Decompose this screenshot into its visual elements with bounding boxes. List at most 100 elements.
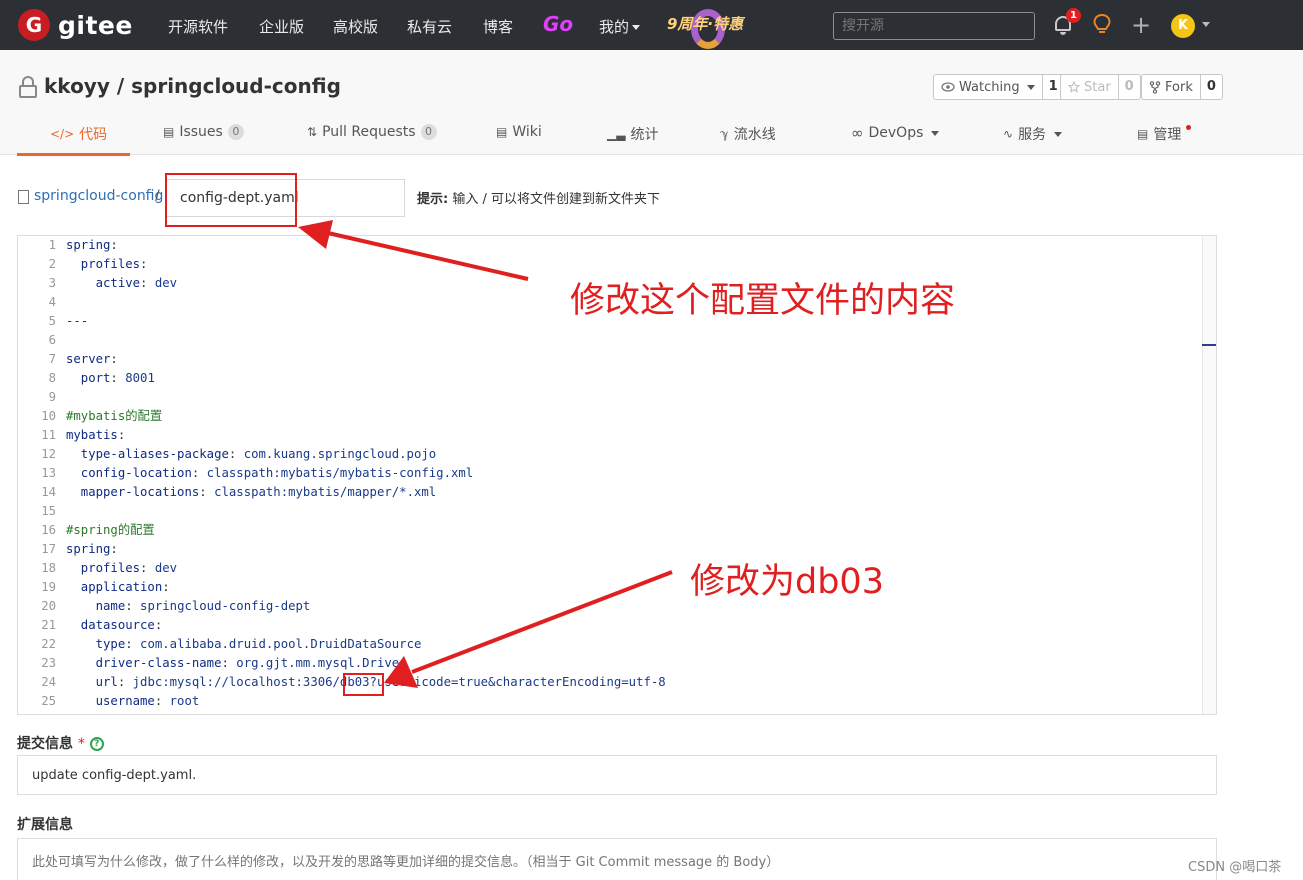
tab-manage[interactable]: ▤ 管理	[1137, 124, 1192, 144]
code-line[interactable]: 9	[18, 388, 56, 407]
help-icon[interactable]: ?	[89, 737, 104, 751]
code-token: com.alibaba.druid.pool.DruidDataSource	[140, 637, 422, 651]
code-line[interactable]: 5 ---	[18, 312, 89, 331]
tab-devops[interactable]: ∞ DevOps	[851, 124, 940, 142]
nav-link-go[interactable]: Go	[543, 12, 573, 36]
editor-scrollbar[interactable]	[1202, 236, 1216, 714]
avatar-chevron-down-icon[interactable]	[1202, 22, 1210, 27]
fork-count[interactable]: 0	[1201, 75, 1222, 99]
code-token: mapper-locations	[66, 485, 200, 499]
code-token: profiles	[66, 257, 141, 271]
code-line[interactable]: 16 #spring的配置	[18, 521, 155, 540]
gitee-logo[interactable]: G gitee	[18, 9, 133, 41]
code-line[interactable]: 11 mybatis:	[18, 426, 125, 445]
code-token: :	[154, 694, 170, 708]
nav-link-private-cloud[interactable]: 私有云	[407, 16, 452, 37]
line-number: 22	[41, 637, 56, 651]
code-line[interactable]: 3 active: dev	[18, 274, 177, 293]
fork-button[interactable]: Fork 0	[1141, 74, 1223, 100]
code-line[interactable]: 22 type: com.alibaba.druid.pool.DruidDat…	[18, 635, 421, 654]
code-token: driver-class-name	[66, 656, 222, 670]
code-line[interactable]: 10 #mybatis的配置	[18, 407, 162, 426]
code-token: active	[66, 276, 141, 290]
path-hint: 提示: 输入 / 可以将文件创建到新文件夹下	[417, 188, 660, 207]
code-line[interactable]: 14 mapper-locations: classpath:mybatis/m…	[18, 483, 436, 502]
tab-pull-requests[interactable]: ⇅ Pull Requests 0	[307, 124, 437, 140]
code-line[interactable]: 12 type-aliases-package: com.kuang.sprin…	[18, 445, 436, 464]
fork-button-main[interactable]: Fork	[1142, 75, 1201, 99]
code-token: type	[66, 637, 126, 651]
watching-button-main[interactable]: Watching	[934, 75, 1043, 99]
code-line[interactable]: 6	[18, 331, 56, 350]
line-number: 21	[41, 618, 56, 632]
repo-title[interactable]: kkoyy / springcloud-config	[44, 74, 341, 98]
code-line[interactable]: 17 spring:	[18, 540, 118, 559]
code-token: datasource	[66, 618, 155, 632]
promo-text: 9周年·特惠	[667, 15, 744, 33]
tab-stats[interactable]: ▁▃ 统计	[607, 124, 658, 144]
code-line[interactable]: 2 profiles:	[18, 255, 148, 274]
code-line[interactable]: 18 profiles: dev	[18, 559, 177, 578]
star-button[interactable]: Star 0	[1060, 74, 1141, 100]
star-button-main[interactable]: Star	[1061, 75, 1119, 99]
code-line[interactable]: 13 config-location: classpath:mybatis/my…	[18, 464, 473, 483]
code-line[interactable]: 21 datasource:	[18, 616, 162, 635]
star-count[interactable]: 0	[1119, 75, 1140, 99]
gitee-logo-text: gitee	[58, 10, 133, 40]
nav-link-education[interactable]: 高校版	[333, 16, 378, 37]
file-icon	[18, 190, 29, 204]
extension-info-textarea[interactable]	[17, 838, 1217, 880]
nav-link-open-source[interactable]: 开源软件	[168, 16, 228, 37]
breadcrumb-repo-link[interactable]: springcloud-config	[34, 188, 163, 204]
line-number: 16	[41, 523, 56, 537]
code-token: ---	[66, 314, 89, 328]
line-number: 3	[48, 276, 56, 290]
tab-pipeline[interactable]: ℽ 流水线	[720, 124, 776, 144]
plus-icon[interactable]: +	[1131, 13, 1151, 37]
code-line[interactable]: 24 url: jdbc:mysql://localhost:3306/db03…	[18, 673, 666, 692]
line-number: 13	[41, 466, 56, 480]
code-line[interactable]: 8 port: 8001	[18, 369, 155, 388]
code-token: 8001	[125, 371, 155, 385]
code-line[interactable]: 20 name: springcloud-config-dept	[18, 597, 310, 616]
bulb-icon[interactable]	[1093, 14, 1111, 36]
code-line[interactable]: 7 server:	[18, 350, 118, 369]
code-line[interactable]: 4	[18, 293, 56, 312]
code-token: org.gjt.mm.mysql.Driver	[236, 656, 407, 670]
tab-code[interactable]: </> 代码	[50, 124, 107, 144]
tab-wiki[interactable]: ▤ Wiki	[496, 124, 542, 140]
nav-link-blog[interactable]: 博客	[483, 16, 513, 37]
code-token: :	[125, 599, 141, 613]
top-navbar: G gitee 开源软件 企业版 高校版 私有云 博客 Go 我的 9周年·特惠…	[0, 0, 1303, 50]
pull-requests-count-badge: 0	[420, 124, 437, 140]
watching-button[interactable]: Watching 1	[933, 74, 1065, 100]
repo-tabs: </> 代码 ▤ Issues 0 ⇅ Pull Requests 0 ▤ Wi…	[0, 112, 1303, 155]
code-line[interactable]: 15	[18, 502, 56, 521]
tab-issues-label: Issues	[179, 124, 223, 140]
code-token: name	[66, 599, 126, 613]
annotation-change-db03: 修改为db03	[690, 562, 884, 602]
code-token: username	[66, 694, 155, 708]
nav-link-enterprise[interactable]: 企业版	[259, 16, 304, 37]
commit-message-input[interactable]	[17, 755, 1217, 795]
code-line[interactable]: 23 driver-class-name: org.gjt.mm.mysql.D…	[18, 654, 406, 673]
code-token: mybatis	[66, 428, 118, 442]
search-input[interactable]	[833, 12, 1035, 40]
code-token: classpath:mybatis/mapper/*.xml	[214, 485, 437, 499]
code-line[interactable]: 19 application:	[18, 578, 169, 597]
code-token: spring	[66, 542, 111, 556]
db03-highlight-box	[343, 673, 384, 696]
tab-pipeline-label: 流水线	[733, 127, 776, 143]
code-token: :	[199, 485, 215, 499]
nav-mine-dropdown[interactable]: 我的	[599, 16, 641, 37]
code-line[interactable]: 25 username: root	[18, 692, 199, 711]
user-avatar[interactable]: K	[1171, 14, 1195, 38]
code-line[interactable]: 1 spring:	[18, 236, 118, 255]
code-token: springcloud-config-dept	[140, 599, 311, 613]
line-number: 2	[48, 257, 56, 271]
notification-badge: 1	[1066, 8, 1081, 23]
tab-issues[interactable]: ▤ Issues 0	[163, 124, 244, 140]
anniversary-promo-banner[interactable]: 9周年·特惠	[665, 5, 747, 49]
tab-services[interactable]: ∿ 服务	[1003, 124, 1063, 144]
code-text: server:	[66, 350, 118, 369]
